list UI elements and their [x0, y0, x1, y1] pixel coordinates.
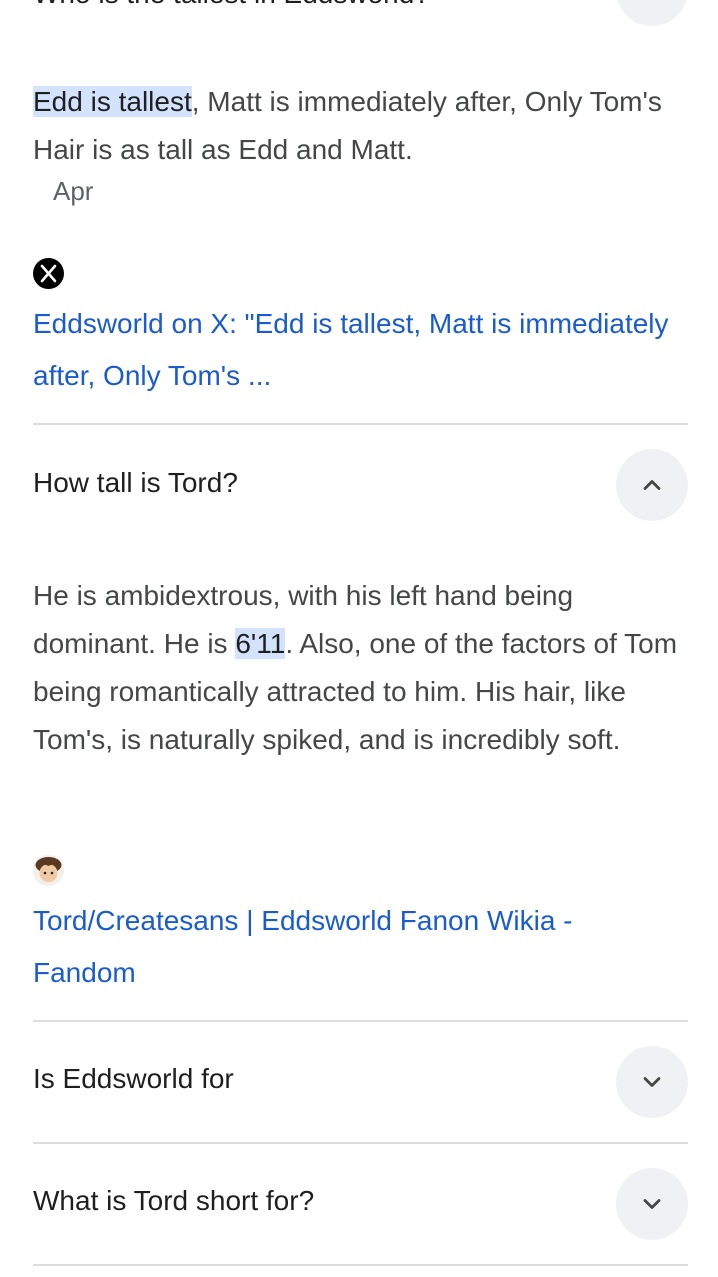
- fandom-avatar-icon: [33, 855, 64, 886]
- chevron-down-icon: [643, 1077, 661, 1087]
- faq-toggle-1[interactable]: [616, 449, 688, 521]
- chevron-down-icon: [643, 1199, 661, 1209]
- faq-question-2[interactable]: Is Eddsworld for: [33, 1063, 234, 1095]
- faq-toggle-3[interactable]: [616, 1168, 688, 1240]
- faq-question-0[interactable]: Who is the tallest in Eddsworld?: [33, 0, 430, 10]
- answer-date: Apr: [53, 176, 94, 206]
- divider: [33, 1264, 688, 1266]
- faq-question-1[interactable]: How tall is Tord?: [33, 467, 238, 499]
- divider: [33, 1142, 688, 1144]
- faq-answer-0: Edd is tallest, Matt is immediately afte…: [33, 78, 683, 174]
- chevron-up-icon: [638, 0, 666, 4]
- divider: [33, 1020, 688, 1022]
- source-link-1[interactable]: Tord/Createsans | Eddsworld Fanon Wikia …: [33, 895, 673, 999]
- source-link-0[interactable]: Eddsworld on X: "Edd is tallest, Matt is…: [33, 298, 673, 402]
- chevron-up-icon: [643, 480, 661, 490]
- divider: [33, 423, 688, 425]
- faq-toggle-2[interactable]: [616, 1046, 688, 1118]
- faq-answer-1: He is ambidextrous, with his left hand b…: [33, 572, 683, 764]
- faq-question-3[interactable]: What is Tord short for?: [33, 1185, 314, 1217]
- answer-highlight: Edd is tallest: [33, 86, 192, 117]
- answer-highlight: 6'11: [235, 628, 286, 659]
- faq-toggle-0[interactable]: [616, 0, 688, 26]
- x-logo-icon: [33, 258, 64, 289]
